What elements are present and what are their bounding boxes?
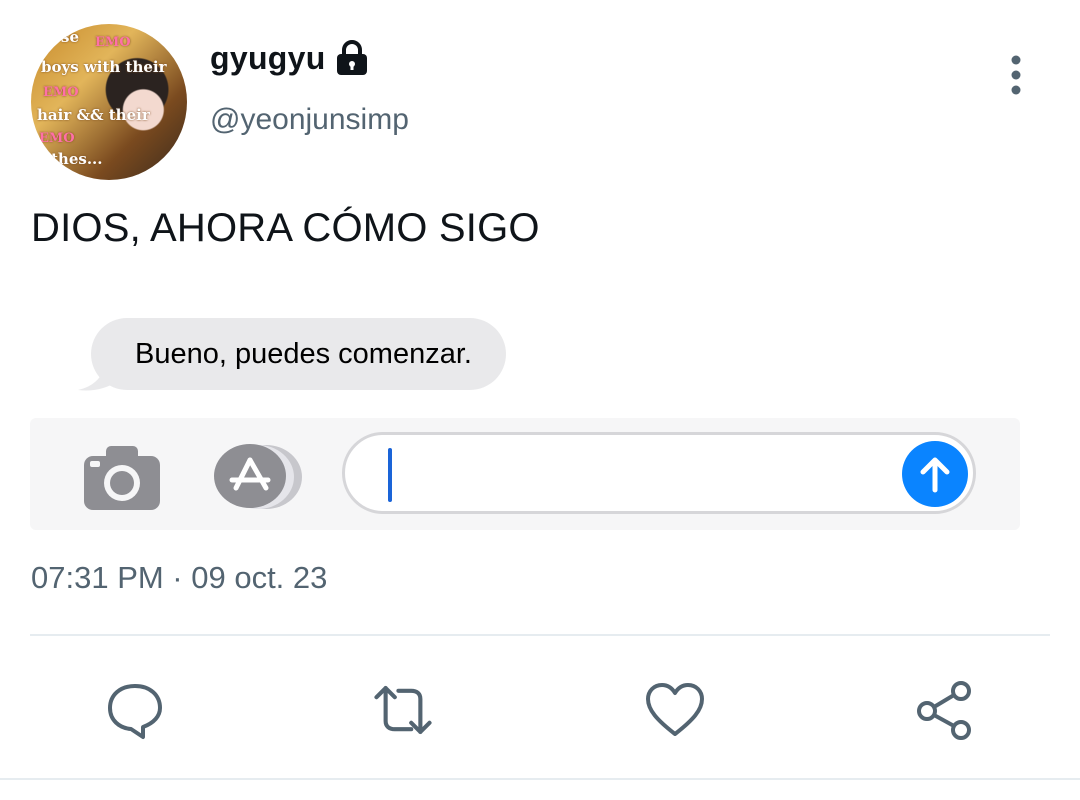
tweet-timestamp[interactable]: 07:31 PM · 09 oct. 23 — [31, 560, 327, 596]
lock-icon — [334, 40, 370, 76]
arrow-up-icon — [920, 457, 950, 493]
avatar-text-7: othes... — [41, 150, 103, 168]
app-store-icon — [210, 442, 302, 510]
avatar-text-3: boys with their — [41, 58, 167, 76]
avatar[interactable]: se EMO boys with their EMO hair && their… — [31, 24, 187, 180]
reply-icon[interactable] — [103, 678, 167, 742]
more-options-icon[interactable] — [1004, 54, 1028, 98]
user-handle[interactable]: @yeonjunsimp — [210, 103, 409, 137]
divider — [30, 634, 1050, 636]
bottom-divider — [0, 778, 1080, 780]
tweet-text: DIOS, AHORA CÓMO SIGO — [31, 206, 540, 250]
message-bubble: Bueno, puedes comenzar. — [91, 318, 506, 390]
message-input[interactable] — [342, 432, 976, 514]
retweet-icon[interactable] — [371, 678, 435, 742]
avatar-text-2: EMO — [95, 35, 131, 50]
camera-icon — [84, 446, 160, 510]
avatar-text-5: hair && their — [37, 106, 150, 124]
avatar-text-6: EMO — [39, 131, 75, 146]
display-name[interactable]: gyugyu — [210, 40, 326, 77]
message-bubble-text: Bueno, puedes comenzar. — [135, 337, 472, 370]
text-caret — [388, 448, 392, 502]
like-icon[interactable] — [643, 678, 707, 742]
share-icon[interactable] — [913, 678, 977, 742]
send-button[interactable] — [902, 441, 968, 507]
avatar-text-4: EMO — [43, 85, 79, 100]
